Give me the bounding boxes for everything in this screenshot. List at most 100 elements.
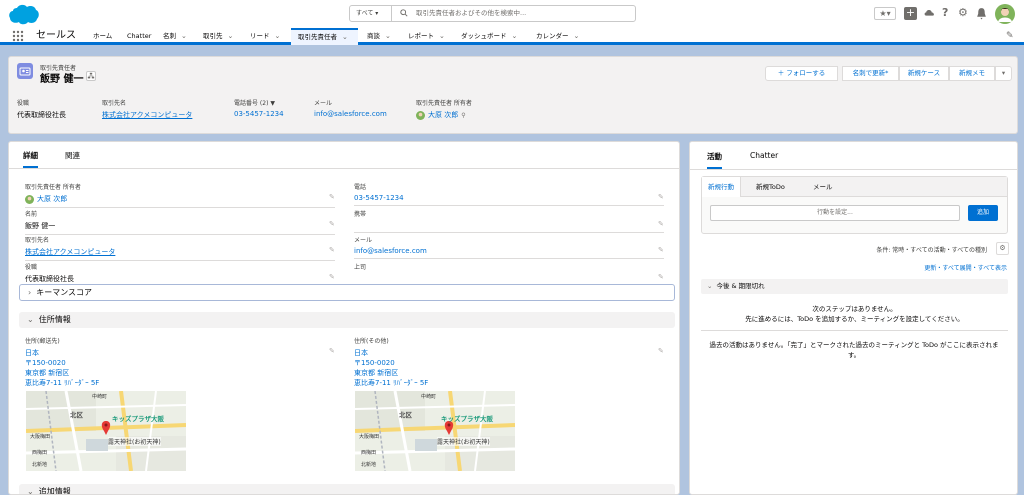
section-title: 住所情報 [38,315,71,324]
address-line[interactable]: 日本 [354,348,664,358]
email-link[interactable]: info@salesforce.com [314,110,387,118]
nav-tab-calendar[interactable]: カレンダー ⌄ [536,28,579,45]
edit-pencil-icon[interactable]: ✎ [658,220,665,228]
nav-tab-reports[interactable]: レポート ⌄ [408,28,445,45]
chevron-down-icon[interactable]: ⌄ [181,28,187,44]
other-address-map[interactable]: 北区 キッズプラザ大阪 露天神社(お初天神) 大阪梅田 西梅田 北新地 中崎町 [355,391,515,471]
follow-button[interactable]: ＋ フォローする [765,66,838,81]
tab-details[interactable]: 詳細 [23,150,38,168]
address-line[interactable]: 〒150-0020 [354,358,664,368]
new-event-input[interactable]: 行動を設定... [710,205,960,221]
edit-pencil-icon[interactable]: ✎ [658,273,665,281]
chevron-down-icon[interactable]: ⌄ [385,28,391,44]
new-case-button[interactable]: 新規ケース [899,66,949,81]
address-line[interactable]: 東京都 新宿区 [25,368,335,378]
edit-pencil-icon[interactable]: ✎ [329,193,336,201]
chevron-down-icon[interactable]: ⌄ [342,30,348,44]
edit-pencil-icon[interactable]: ✎ [329,347,336,355]
additional-info-section-header[interactable]: ⌄ 追加情報 [19,484,675,494]
notifications-bell-icon[interactable] [975,7,988,20]
tab-related[interactable]: 関連 [65,150,80,168]
nav-tab-label: レポート [408,32,434,40]
phone-link[interactable]: 03-5457-1234 [354,194,664,202]
field-divider [25,260,335,261]
phone-dropdown[interactable]: 電話番号 (2) ▼ [234,98,284,107]
address-line[interactable]: 恵比寿7-11 ﾘﾊﾞｰﾀﾞｰ 5F [25,378,335,388]
nav-tab-opportunities[interactable]: 商談 ⌄ [367,28,391,45]
global-search[interactable]: すべて ▾ 取引先責任者およびその他を検索中... [349,5,636,22]
nav-tab-home[interactable]: ホーム [93,28,112,45]
address-line[interactable]: 日本 [25,348,335,358]
field-label: 住所(郵送先) [25,338,60,345]
gear-icon[interactable]: ⚙ [958,7,971,20]
search-icon [400,9,408,17]
edit-nav-pencil-icon[interactable]: ✎ [1006,31,1014,41]
edit-pencil-icon[interactable]: ✎ [658,347,665,355]
upcoming-overdue-header[interactable]: ⌄ 今後 & 期限切れ [701,279,1008,294]
mailing-address-map[interactable]: 北区 キッズプラザ大阪 露天神社(お初天神) 大阪梅田 西梅田 北新地 中崎町 [26,391,186,471]
tab-chatter[interactable]: Chatter [750,151,778,160]
hierarchy-icon[interactable] [86,71,96,81]
app-name: セールス [36,30,76,41]
filter-gear-icon[interactable]: ⚙ [996,242,1009,255]
user-avatar[interactable] [995,4,1015,24]
record-name: 飯野 健一 [40,74,84,85]
help-icon[interactable]: ? [942,7,955,20]
owner-link[interactable]: 大原 次郎 [428,110,458,120]
nav-tab-accounts[interactable]: 取引先 ⌄ [203,28,233,45]
phone-link[interactable]: 03-5457-1234 [234,110,284,118]
favorites-star-icon[interactable]: ★▾ [874,7,896,20]
nav-tab-leads[interactable]: リード ⌄ [250,28,280,45]
tab-new-event[interactable]: 新規行動 [702,177,741,197]
search-scope-select[interactable]: すべて ▾ [350,6,392,21]
map-label: 西梅田 [32,450,48,456]
trailhead-cloud-icon[interactable] [923,7,936,20]
empty-state-text: 次のステップはありません。 [812,305,897,313]
address-section-header[interactable]: ⌄ 住所情報 [19,312,675,328]
nav-tab-label: 商談 [367,32,380,40]
keyman-score-section[interactable]: › キーマンスコア [19,284,675,301]
app-nav-bar: セールス ホーム Chatter 名刺 ⌄ 取引先 ⌄ リード ⌄ 取引先責任者 ⌄ 商… [0,28,1024,45]
chevron-down-icon[interactable]: ⌄ [512,28,518,44]
edit-pencil-icon[interactable]: ✎ [329,273,336,281]
salesforce-logo[interactable] [8,3,40,25]
app-launcher-icon[interactable] [12,30,24,42]
nav-tab-dashboards[interactable]: ダッシュボード ⌄ [461,28,517,45]
nav-tab-contacts[interactable]: 取引先責任者 ⌄ [291,28,358,45]
update-from-card-button[interactable]: 名刺で更新* [842,66,899,81]
field-label: 携帯 [354,211,367,218]
account-link[interactable]: 株式会社アクメコンピュータ [102,110,192,120]
edit-pencil-icon[interactable]: ✎ [658,246,665,254]
field-value [354,221,664,229]
chevron-down-icon[interactable]: ⌄ [275,28,281,44]
chevron-down-icon[interactable]: ⌄ [574,28,580,44]
tab-new-task[interactable]: 新規ToDo [750,177,791,197]
edit-pencil-icon[interactable]: ✎ [329,220,336,228]
owner-link[interactable]: 大原 次郎 [37,194,67,204]
chevron-down-icon[interactable]: ⌄ [228,28,234,44]
global-actions-icon[interactable]: + [904,7,917,20]
nav-tab-label: 取引先 [203,32,223,40]
highlight-label: メール [314,100,333,107]
empty-state-text: 先に進めるには、ToDo を追加するか、ミーティングを設定してください。 [745,315,964,323]
add-button[interactable]: 追加 [968,205,998,221]
activity-links[interactable]: 更新・すべて展開・すべて表示 [924,263,1007,272]
chevron-down-icon[interactable]: ⌄ [439,28,445,44]
nav-tab-chatter[interactable]: Chatter [127,28,151,45]
email-link[interactable]: info@salesforce.com [354,247,664,255]
address-line[interactable]: 〒150-0020 [25,358,335,368]
address-line[interactable]: 恵比寿7-11 ﾘﾊﾞｰﾀﾞｰ 5F [354,378,664,388]
search-input[interactable]: 取引先責任者およびその他を検索中... [416,6,526,21]
address-line[interactable]: 東京都 新宿区 [354,368,664,378]
edit-pencil-icon[interactable]: ✎ [329,246,336,254]
tab-activity[interactable]: 活動 [707,151,722,169]
field-phone: 電話 03-5457-1234 [354,182,664,206]
account-link[interactable]: 株式会社アクメコンピュータ [25,247,335,257]
tab-email[interactable]: メール [807,177,839,197]
change-owner-icon[interactable]: ⚲ [461,112,465,119]
nav-tab-business-cards[interactable]: 名刺 ⌄ [163,28,187,45]
more-actions-chevron-icon[interactable]: ▾ [995,66,1012,81]
new-note-button[interactable]: 新規メモ [949,66,995,81]
edit-pencil-icon[interactable]: ✎ [658,193,665,201]
highlight-title: 役職 代表取締役社長 [17,98,66,120]
